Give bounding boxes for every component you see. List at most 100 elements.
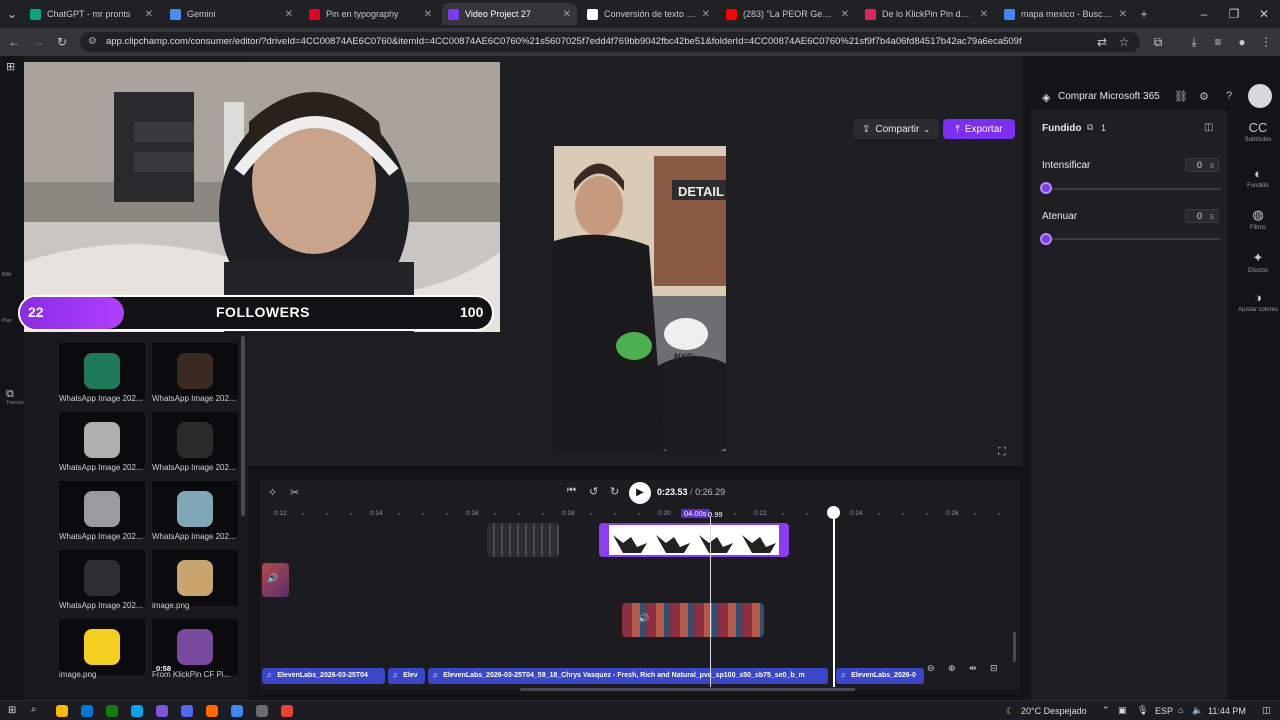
tab-close-icon[interactable]: ✕ — [980, 9, 988, 20]
chrome-profile-icon[interactable] — [206, 705, 218, 717]
asset-thumbnail[interactable]: 0:58 — [152, 619, 238, 675]
help-icon[interactable]: ? — [1226, 90, 1232, 102]
language-indicator[interactable]: ESP — [1155, 706, 1173, 716]
tab-close-icon[interactable]: ✕ — [424, 9, 432, 20]
fullscreen-icon[interactable]: ⛶ — [998, 446, 1006, 459]
buy-microsoft365-link[interactable]: Comprar Microsoft 365 — [1058, 91, 1160, 102]
asset-thumbnail[interactable] — [152, 343, 238, 399]
discord-icon[interactable] — [181, 705, 193, 717]
asset-thumbnail[interactable] — [152, 412, 238, 468]
timeline-scrollbar[interactable] — [520, 688, 855, 691]
clip-trim-handle-right[interactable] — [779, 525, 787, 555]
back-icon[interactable]: ← — [6, 34, 22, 50]
forward-icon[interactable]: → — [30, 34, 46, 50]
asset-thumbnail[interactable] — [59, 550, 145, 606]
tool-filters[interactable]: ◍ Filtros — [1236, 207, 1280, 231]
asset-thumbnail[interactable] — [59, 619, 145, 675]
browser-tab[interactable]: Gemini ✕ — [164, 3, 299, 25]
browser-tab[interactable]: (283) "La PEOR Generació ✕ — [720, 3, 855, 25]
asset-thumbnail[interactable] — [59, 343, 145, 399]
weather-text[interactable]: 20°C Despejado — [1021, 706, 1087, 716]
fade-out-slider-handle[interactable] — [1040, 233, 1052, 245]
magic-tools-icon[interactable]: ✧ — [268, 486, 277, 499]
tool-captions[interactable]: CC Subtítulos — [1236, 120, 1280, 143]
split-scissors-icon[interactable]: ✂ — [290, 486, 299, 499]
video-clip-selected[interactable] — [599, 523, 789, 557]
asset-thumbnail[interactable] — [152, 550, 238, 606]
close-window-icon[interactable]: ✕ — [1256, 6, 1272, 22]
tab-close-icon[interactable]: ✕ — [841, 9, 849, 20]
rail-item-plan[interactable]: Plan — [2, 318, 12, 324]
browser-tab[interactable]: Pin en typography ✕ — [303, 3, 438, 25]
windows-start-icon[interactable]: ⊞ — [8, 705, 16, 716]
audio-clip[interactable]: ♫ Elev — [388, 668, 425, 684]
playhead-handle[interactable] — [827, 506, 840, 519]
asset-thumbnail[interactable] — [59, 412, 145, 468]
tool-color-adjust[interactable]: ◑ Ajustar colores — [1236, 290, 1280, 313]
link-icon[interactable]: ⛓ — [1174, 90, 1188, 103]
browser-tab[interactable]: Conversión de texto a voz ✕ — [581, 3, 716, 25]
tab-list-icon[interactable]: ⌄ — [4, 6, 20, 22]
fade-in-slider[interactable] — [1046, 188, 1221, 190]
collapse-panel-icon[interactable]: ◫ — [1204, 122, 1213, 133]
browser-tab[interactable]: ChatGPT - mr pronts ✕ — [24, 3, 159, 25]
fit-timeline-icon[interactable]: ⇹ — [969, 663, 977, 674]
tool-fade[interactable]: ◐ Fundido — [1236, 166, 1280, 189]
asset-scrollbar[interactable] — [241, 336, 245, 516]
timeline-vertical-scrollbar[interactable] — [1013, 632, 1016, 662]
apps-grid-icon[interactable]: ⊞ — [6, 60, 15, 73]
rail-item-library[interactable]: Bibli — [2, 272, 11, 278]
store-icon[interactable] — [131, 705, 143, 717]
export-button[interactable]: ⤒ Exportar — [943, 119, 1015, 139]
rewind-5s-icon[interactable]: ↺ — [589, 485, 598, 498]
tab-close-icon[interactable]: ✕ — [702, 9, 710, 20]
browser-tab[interactable]: Video Project 27 ✕ — [442, 3, 577, 25]
tool-effects[interactable]: ✦ Efectos — [1236, 250, 1280, 274]
skip-back-icon[interactable]: ⏮ — [567, 485, 576, 496]
chrome-app-icon[interactable] — [281, 705, 293, 717]
asset-thumbnail[interactable] — [59, 481, 145, 537]
tab-close-icon[interactable]: ✕ — [145, 9, 153, 20]
overlay-video-clip[interactable]: 🔊 — [622, 603, 764, 637]
settings-app-icon[interactable] — [256, 705, 268, 717]
avatar[interactable] — [1248, 84, 1272, 108]
browser-tab[interactable]: mapa mexico - Buscar con ✕ — [998, 3, 1133, 25]
file-explorer-icon[interactable] — [56, 705, 68, 717]
tray-chevron-icon[interactable]: ⌃ — [1102, 705, 1110, 716]
play-button[interactable]: ▶ — [629, 482, 651, 504]
playhead-line[interactable] — [833, 512, 835, 687]
chrome-icon[interactable] — [231, 705, 243, 717]
edge-icon[interactable] — [81, 705, 93, 717]
reload-icon[interactable]: ↻ — [54, 34, 70, 50]
video-preview[interactable]: DETAIL NYC — [554, 146, 726, 451]
zoom-in-icon[interactable]: ⊕ — [948, 663, 956, 674]
extensions-icon[interactable]: ⧉ — [1150, 34, 1166, 50]
tray-app-icon[interactable]: ▣ — [1118, 705, 1127, 716]
downloads-icon[interactable]: ⤓ — [1186, 34, 1202, 50]
microphone-icon[interactable]: 🎙 — [1137, 705, 1148, 716]
fade-in-slider-handle[interactable] — [1040, 182, 1052, 194]
notifications-icon[interactable]: ◫ — [1262, 705, 1271, 716]
clip-trim-handle-left[interactable] — [601, 525, 609, 555]
clock[interactable]: 11:44 PM — [1208, 706, 1246, 716]
small-clip[interactable]: 🔊 — [262, 563, 289, 597]
tab-close-icon[interactable]: ✕ — [285, 9, 293, 20]
audio-clip[interactable]: ♫ ElevenLabs_2026-0 — [836, 668, 924, 684]
minimize-icon[interactable]: – — [1196, 6, 1212, 22]
bookmark-star-icon[interactable]: ☆ — [1116, 34, 1132, 50]
forward-5s-icon[interactable]: ↻ — [610, 485, 619, 498]
network-icon[interactable]: ⌂ — [1178, 705, 1183, 715]
reading-list-icon[interactable]: ≡ — [1210, 34, 1226, 50]
site-info-icon[interactable]: ⚙ — [88, 32, 97, 52]
video-clip-ghost[interactable] — [487, 523, 559, 557]
profile-icon[interactable]: ● — [1234, 34, 1250, 50]
address-bar[interactable]: ⚙ app.clipchamp.com/consumer/editor/?dri… — [80, 32, 1140, 52]
clipchamp-icon[interactable] — [156, 705, 168, 717]
fade-out-value-field[interactable]: 0 s — [1185, 209, 1219, 223]
timeline-layout-icon[interactable]: ⊟ — [990, 663, 998, 674]
asset-thumbnail[interactable] — [152, 481, 238, 537]
maximize-icon[interactable]: ❐ — [1226, 6, 1242, 22]
search-icon[interactable]: ⌕ — [31, 704, 37, 715]
tab-close-icon[interactable]: ✕ — [1119, 9, 1127, 20]
settings-gear-icon[interactable]: ⚙ — [1199, 90, 1209, 103]
